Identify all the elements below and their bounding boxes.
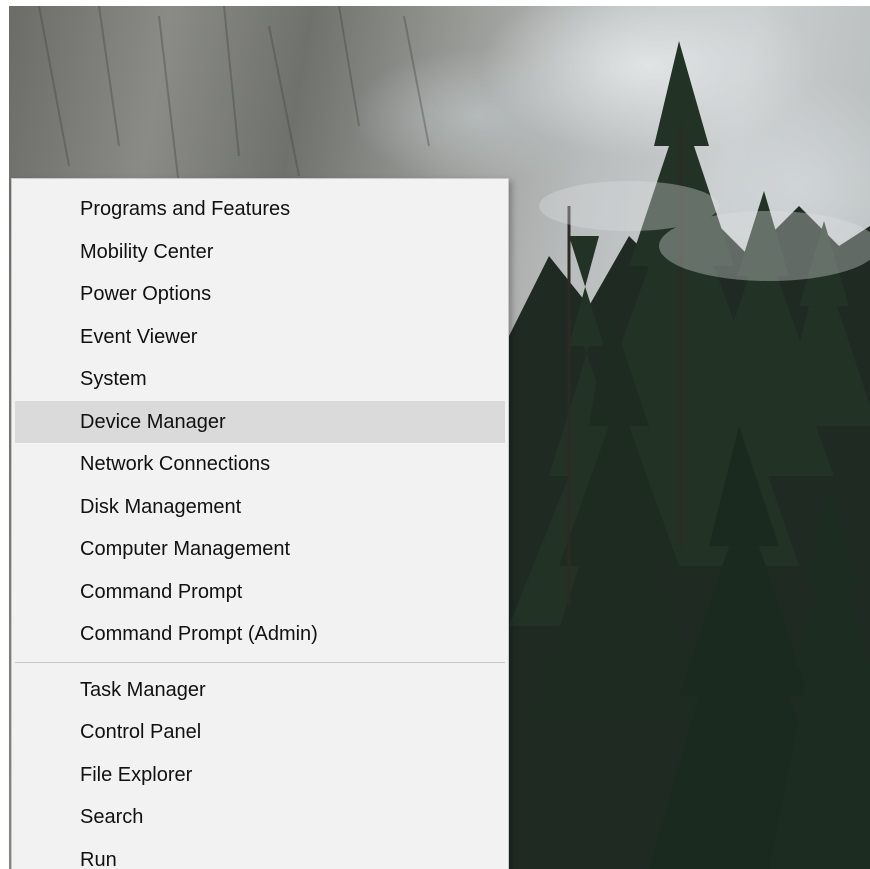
menu-item-network-connections[interactable]: Network Connections [15,443,505,486]
menu-group-system-tools: Programs and Features Mobility Center Po… [12,188,508,656]
menu-item-task-manager[interactable]: Task Manager [15,669,505,712]
menu-item-event-viewer[interactable]: Event Viewer [15,316,505,359]
menu-item-command-prompt[interactable]: Command Prompt [15,571,505,614]
menu-item-programs-and-features[interactable]: Programs and Features [15,188,505,231]
menu-separator [15,661,505,663]
menu-item-device-manager[interactable]: Device Manager [15,400,505,443]
menu-item-file-explorer[interactable]: File Explorer [15,754,505,797]
winx-context-menu: Programs and Features Mobility Center Po… [11,178,509,869]
menu-item-system[interactable]: System [15,358,505,401]
menu-item-run[interactable]: Run [15,839,505,869]
menu-item-power-options[interactable]: Power Options [15,273,505,316]
screen: Programs and Features Mobility Center Po… [0,0,870,869]
menu-group-shell: Task Manager Control Panel File Explorer… [12,669,508,869]
menu-item-disk-management[interactable]: Disk Management [15,486,505,529]
menu-item-mobility-center[interactable]: Mobility Center [15,231,505,274]
menu-item-command-prompt-admin[interactable]: Command Prompt (Admin) [15,613,505,656]
menu-item-search[interactable]: Search [15,796,505,839]
menu-item-control-panel[interactable]: Control Panel [15,711,505,754]
menu-item-computer-management[interactable]: Computer Management [15,528,505,571]
